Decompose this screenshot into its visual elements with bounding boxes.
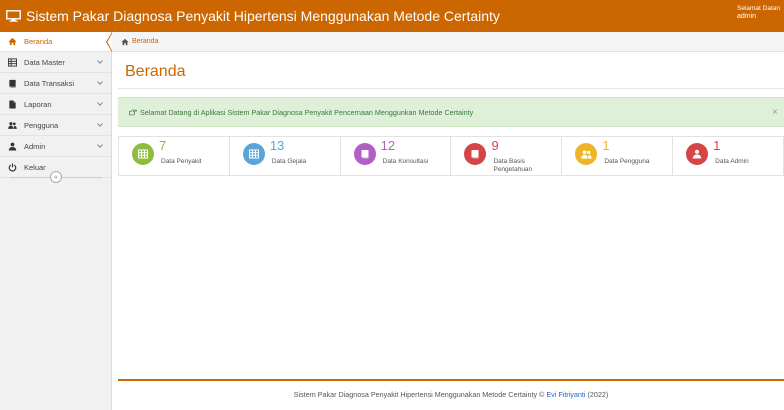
sidebar: Beranda Data Master Data Transaksi Lapor… xyxy=(0,32,112,410)
users-icon xyxy=(8,121,17,130)
stat-data-pengguna[interactable]: 1 Data Pengguna xyxy=(562,137,674,175)
stat-value: 13 xyxy=(269,138,285,153)
top-bar: Sistem Pakar Diagnosa Penyakit Hipertens… xyxy=(0,0,784,32)
stat-value: 1 xyxy=(713,138,721,153)
sidebar-item-label: Admin xyxy=(24,141,46,151)
table-icon xyxy=(242,143,265,165)
stat-data-konsultasi[interactable]: 12 Data Konsultasi xyxy=(341,137,452,175)
page-title: Beranda xyxy=(125,63,186,80)
users-icon xyxy=(575,143,598,165)
author-link[interactable]: Evi Fitriyanti xyxy=(546,390,585,399)
stat-data-admin[interactable]: 1 Data Admin xyxy=(673,137,784,175)
stat-value: 9 xyxy=(491,138,499,153)
footer-year: (2022) xyxy=(585,390,609,399)
stat-data-gejala[interactable]: 13 Data Gejala xyxy=(230,137,341,175)
stat-label: Data Basis Pengetahuan xyxy=(493,158,533,173)
sidebar-item-laporan[interactable]: Laporan xyxy=(0,94,111,115)
chevron-down-icon xyxy=(97,60,103,64)
book-icon xyxy=(353,143,376,165)
chevron-down-icon xyxy=(97,102,103,106)
book-icon xyxy=(464,143,487,165)
stat-value: 12 xyxy=(380,138,396,153)
user-name: admin xyxy=(737,13,757,20)
stat-data-penyakit[interactable]: 7 Data Penyakit xyxy=(119,137,230,175)
user-greeting: Selamat Datan xyxy=(737,5,780,12)
sidebar-item-data-transaksi[interactable]: Data Transaksi xyxy=(0,73,111,94)
collapse-sidebar-button[interactable]: « xyxy=(50,171,62,183)
sidebar-item-label: Pengguna xyxy=(24,120,59,130)
stat-label: Data Admin xyxy=(715,158,749,165)
stat-label: Data Gejala xyxy=(271,158,307,165)
sidebar-item-label: Data Transaksi xyxy=(24,78,75,88)
close-icon[interactable]: × xyxy=(772,107,778,118)
stat-value: 1 xyxy=(602,138,610,153)
stat-label: Data Konsultasi xyxy=(382,158,429,165)
stat-value: 7 xyxy=(159,138,167,153)
breadcrumb-link[interactable]: Beranda xyxy=(132,38,158,45)
stat-data-basis-pengetahuan[interactable]: 9 Data Basis Pengetahuan xyxy=(451,137,563,175)
chevron-down-icon xyxy=(97,81,103,85)
monitor-icon xyxy=(6,10,21,22)
sidebar-item-pengguna[interactable]: Pengguna xyxy=(0,115,111,136)
sidebar-item-admin[interactable]: Admin xyxy=(0,136,111,157)
hand-point-right-icon xyxy=(129,109,137,115)
app-title[interactable]: Sistem Pakar Diagnosa Penyakit Hipertens… xyxy=(6,8,500,24)
double-chevron-left-icon: « xyxy=(54,173,58,181)
user-icon xyxy=(8,142,17,151)
app-title-text: Sistem Pakar Diagnosa Penyakit Hipertens… xyxy=(26,8,500,24)
sidebar-collapse: « xyxy=(0,170,112,184)
user-menu[interactable]: Selamat Datan admin xyxy=(737,5,780,21)
stats-row: 7 Data Penyakit 13 Data Gejala 12 Data K… xyxy=(118,136,784,176)
home-icon xyxy=(121,38,129,45)
stat-label: Data Pengguna xyxy=(604,158,650,165)
stat-label: Data Penyakit xyxy=(161,158,202,165)
sidebar-item-label: Data Master xyxy=(24,57,65,67)
sidebar-item-data-master[interactable]: Data Master xyxy=(0,52,111,73)
chevron-down-icon xyxy=(97,144,103,148)
book-icon xyxy=(8,79,17,88)
breadcrumb: Beranda xyxy=(112,32,784,52)
alert-message: Selamat Datang di Aplikasi Sistem Pakar … xyxy=(140,107,474,117)
divider xyxy=(118,88,784,89)
table-icon xyxy=(132,143,154,165)
sidebar-item-label: Laporan xyxy=(24,99,52,109)
home-icon xyxy=(8,37,17,46)
footer-divider xyxy=(118,379,784,381)
footer: Sistem Pakar Diagnosa Penyakit Hipertens… xyxy=(118,390,784,399)
welcome-alert: Selamat Datang di Aplikasi Sistem Pakar … xyxy=(118,97,784,127)
table-icon xyxy=(8,57,17,67)
sidebar-item-label: Beranda xyxy=(24,37,53,46)
chevron-down-icon xyxy=(97,123,103,127)
file-icon xyxy=(8,99,17,109)
footer-text: Sistem Pakar Diagnosa Penyakit Hipertens… xyxy=(293,390,547,399)
sidebar-item-beranda[interactable]: Beranda xyxy=(0,32,111,52)
user-icon xyxy=(686,143,709,165)
